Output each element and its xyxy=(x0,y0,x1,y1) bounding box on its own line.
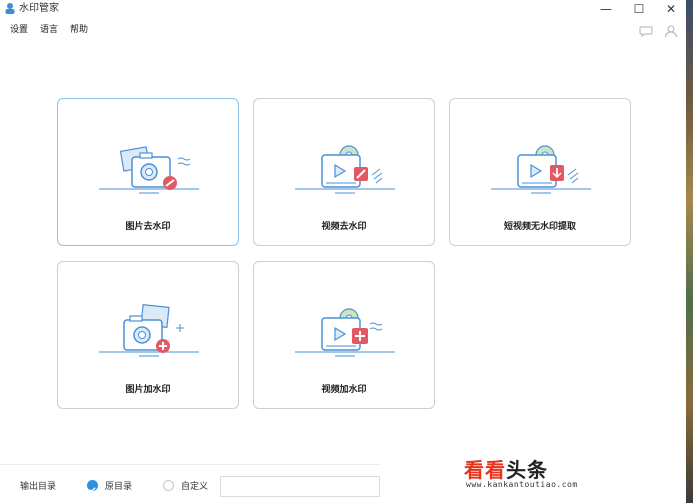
image-add-watermark-icon xyxy=(99,304,199,357)
close-button[interactable]: ✕ xyxy=(656,0,686,18)
window-title: 水印管家 xyxy=(19,3,59,14)
watermark-text-dark: 头条 xyxy=(506,458,548,482)
option-custom-label[interactable]: 自定义 xyxy=(181,481,208,493)
card-label: 图片加水印 xyxy=(125,385,171,395)
minimize-button[interactable]: — xyxy=(591,0,621,18)
user-account-icon[interactable] xyxy=(663,23,679,39)
desktop-background-strip xyxy=(686,0,693,503)
card-label: 图片去水印 xyxy=(125,222,171,232)
output-directory-label: 输出目录 xyxy=(20,482,57,492)
custom-path-input[interactable] xyxy=(220,476,380,497)
title-bar: 水印管家 — ☐ ✕ xyxy=(0,0,686,18)
site-watermark-overlay: 看看头条 www.kankantoutiao.com xyxy=(380,448,686,503)
maximize-button[interactable]: ☐ xyxy=(624,0,654,18)
radio-original-directory[interactable] xyxy=(87,480,98,493)
card-label: 视频加水印 xyxy=(321,385,367,395)
app-logo-icon xyxy=(5,3,15,14)
watermark-url: www.kankantoutiao.com xyxy=(466,480,578,489)
option-original-label[interactable]: 原目录 xyxy=(105,481,132,493)
radio-custom-directory[interactable] xyxy=(163,480,174,491)
short-video-extract-icon xyxy=(491,145,591,194)
card-short-video-extract[interactable]: 短视频无水印提取 xyxy=(449,98,631,246)
image-remove-watermark-icon xyxy=(99,146,199,194)
app-window: 水印管家 — ☐ ✕ 设置 语言 帮助 图片去水印 视频去水印 短视频无水印提取… xyxy=(0,0,686,503)
watermark-logo: 看看头条 xyxy=(464,454,548,483)
video-remove-watermark-icon xyxy=(295,145,395,194)
card-image-add-watermark[interactable]: 图片加水印 xyxy=(57,261,239,409)
menu-language[interactable]: 语言 xyxy=(40,24,58,36)
menu-help[interactable]: 帮助 xyxy=(70,24,88,36)
menu-settings[interactable]: 设置 xyxy=(10,24,28,36)
watermark-text-red: 看看 xyxy=(464,458,506,482)
card-label: 视频去水印 xyxy=(321,222,367,232)
card-video-remove-watermark[interactable]: 视频去水印 xyxy=(253,98,435,246)
menu-bar: 设置 语言 帮助 xyxy=(0,21,686,41)
check-icon xyxy=(89,487,96,493)
video-add-watermark-icon xyxy=(295,308,395,357)
card-video-add-watermark[interactable]: 视频加水印 xyxy=(253,261,435,409)
feedback-chat-icon[interactable] xyxy=(638,23,654,39)
card-label: 短视频无水印提取 xyxy=(503,222,576,232)
card-image-remove-watermark[interactable]: 图片去水印 xyxy=(57,98,239,246)
